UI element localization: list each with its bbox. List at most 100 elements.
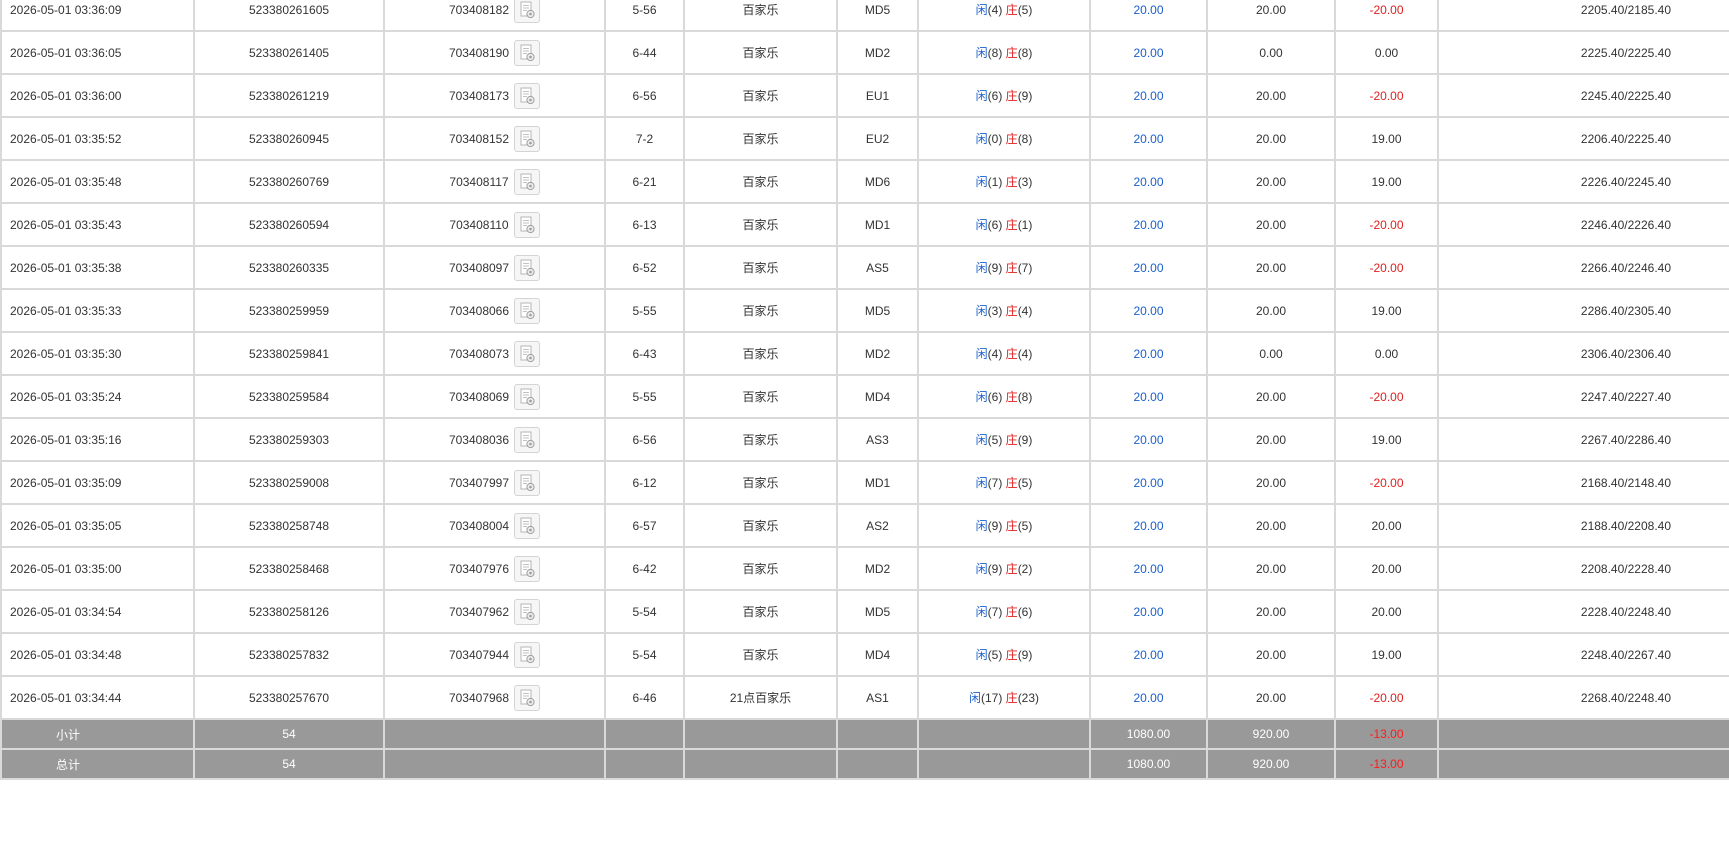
summary-empty-cell [1437, 748, 1729, 780]
banker-points: (4) [1017, 304, 1033, 318]
game-type: 百家乐 [742, 261, 779, 275]
balance-before-after: 2248.40/2267.40 [1580, 647, 1671, 662]
shoe-cell: 6-56 [604, 73, 685, 118]
balance-cell: 2267.40/2286.40 [1437, 417, 1729, 462]
round-no-cell: 703408069 [383, 374, 606, 419]
order-number: 523380260945 [248, 131, 330, 146]
game-type: 百家乐 [742, 3, 779, 17]
win-loss-amount: -20.00 [1369, 260, 1404, 275]
valid-bet-amount: 20.00 [1255, 88, 1287, 103]
round-detail-icon[interactable] [514, 82, 541, 109]
table-code: MD5 [864, 303, 891, 318]
round-detail-icon[interactable] [514, 297, 541, 324]
table-cell: MD4 [836, 632, 919, 677]
player-points: (6) [987, 390, 1003, 404]
win-loss-amount: -20.00 [1369, 690, 1404, 705]
table-code: EU1 [865, 88, 890, 103]
order-number: 523380258748 [248, 518, 330, 533]
round-detail-icon[interactable] [513, 168, 540, 195]
shoe-cell: 5-54 [604, 589, 685, 634]
round-detail-icon[interactable] [514, 598, 541, 625]
round-detail-icon[interactable] [513, 211, 540, 238]
round-detail-icon[interactable] [514, 383, 541, 410]
shoe-number: 5-56 [632, 2, 657, 17]
order-no-cell: 523380257670 [193, 675, 385, 720]
bet-time-cell: 2026-05-01 03:35:48 [0, 159, 195, 204]
round-number: 703407944 [448, 647, 510, 662]
order-no-cell: 523380259584 [193, 374, 385, 419]
valid-bet-cell: 20.00 [1206, 245, 1336, 290]
shoe-cell: 6-13 [604, 202, 685, 247]
table-row: 2026-05-01 03:35:43 523380260594 7034081… [0, 202, 1729, 247]
win-loss-amount: 0.00 [1374, 45, 1399, 60]
order-number: 523380259841 [248, 346, 330, 361]
game-type: 百家乐 [742, 648, 779, 662]
bet-time-cell: 2026-05-01 03:35:09 [0, 460, 195, 505]
banker-label: 庄 [1005, 691, 1018, 705]
win-loss-amount: 19.00 [1371, 647, 1402, 662]
table-code: MD1 [864, 217, 891, 232]
summary-row: 小计 54 1080.00 920.00 -13.00 [0, 718, 1729, 750]
banker-points: (4) [1017, 347, 1033, 361]
round-detail-icon[interactable] [514, 0, 541, 23]
balance-before-after: 2306.40/2306.40 [1580, 346, 1671, 361]
round-detail-icon[interactable] [514, 555, 541, 582]
bet-time-cell: 2026-05-01 03:35:05 [0, 503, 195, 548]
banker-label: 庄 [1005, 89, 1018, 103]
summary-empty-cell [604, 718, 685, 750]
win-loss-amount: 20.00 [1371, 604, 1402, 619]
round-detail-icon[interactable] [514, 641, 541, 668]
order-number: 523380259959 [248, 303, 330, 318]
win-loss-amount: -20.00 [1369, 217, 1404, 232]
round-detail-icon[interactable] [514, 340, 541, 367]
bet-time-cell: 2026-05-01 03:34:44 [0, 675, 195, 720]
player-points: (6) [987, 218, 1003, 232]
game-cell: 百家乐 [683, 546, 838, 591]
player-points: (9) [987, 261, 1003, 275]
summary-valid-bet-total: 920.00 [1252, 757, 1290, 771]
shoe-number: 6-43 [632, 346, 657, 361]
round-detail-icon[interactable] [514, 512, 541, 539]
summary-empty-cell [917, 718, 1091, 750]
player-points: (8) [987, 46, 1003, 60]
summary-empty-cell [917, 748, 1091, 780]
result-cell: 闲(6) 庄(1) [917, 202, 1091, 247]
bet-time-cell: 2026-05-01 03:36:09 [0, 0, 195, 32]
bet-amount: 20.00 [1133, 217, 1164, 232]
valid-bet-amount: 20.00 [1255, 303, 1287, 318]
round-no-cell: 703408190 [383, 30, 606, 75]
bet-amount: 20.00 [1133, 690, 1164, 705]
banker-label: 庄 [1005, 476, 1018, 490]
win-loss-cell: -20.00 [1334, 202, 1439, 247]
round-no-cell: 703408036 [383, 417, 606, 462]
banker-label: 庄 [1005, 347, 1018, 361]
round-number: 703408182 [448, 2, 510, 17]
round-detail-icon[interactable] [514, 684, 541, 711]
table-cell: AS2 [836, 503, 919, 548]
round-detail-icon[interactable] [514, 254, 541, 281]
round-number: 703408190 [448, 45, 510, 60]
balance-cell: 2226.40/2245.40 [1437, 159, 1729, 204]
player-label: 闲 [975, 46, 988, 60]
order-no-cell: 523380259959 [193, 288, 385, 333]
result-cell: 闲(1) 庄(3) [917, 159, 1091, 204]
table-code: MD2 [864, 561, 891, 576]
bet-amount: 20.00 [1133, 475, 1164, 490]
banker-points: (9) [1017, 433, 1033, 447]
result-cell: 闲(7) 庄(6) [917, 589, 1091, 634]
player-points: (7) [987, 476, 1003, 490]
round-detail-icon[interactable] [514, 426, 541, 453]
result-cell: 闲(9) 庄(5) [917, 503, 1091, 548]
round-detail-icon[interactable] [514, 469, 541, 496]
bet-time-cell: 2026-05-01 03:35:43 [0, 202, 195, 247]
player-label: 闲 [975, 132, 988, 146]
balance-cell: 2208.40/2228.40 [1437, 546, 1729, 591]
round-detail-icon[interactable] [514, 39, 541, 66]
game-type: 百家乐 [742, 347, 779, 361]
result-cell: 闲(9) 庄(2) [917, 546, 1091, 591]
game-type: 百家乐 [742, 89, 779, 103]
round-detail-icon[interactable] [514, 125, 541, 152]
table-cell: MD5 [836, 288, 919, 333]
summary-empty-cell [383, 718, 606, 750]
bet-amount: 20.00 [1133, 131, 1164, 146]
